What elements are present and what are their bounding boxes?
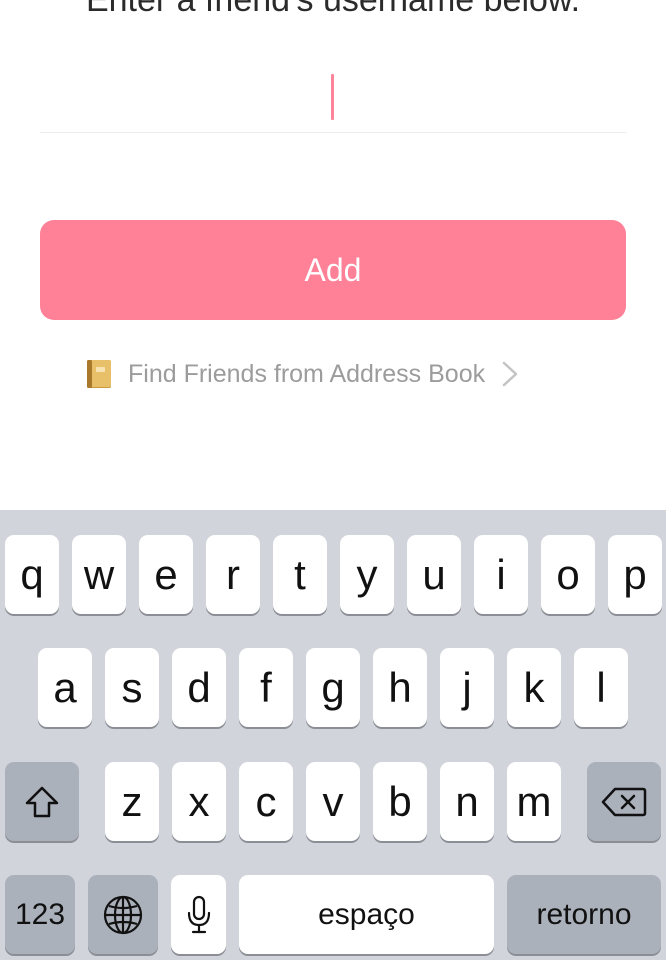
globe-key[interactable] <box>88 875 158 954</box>
key-u[interactable]: u <box>407 535 461 614</box>
globe-icon <box>102 894 144 936</box>
backspace-icon <box>601 786 647 818</box>
key-i[interactable]: i <box>474 535 528 614</box>
key-y[interactable]: y <box>340 535 394 614</box>
key-v[interactable]: v <box>306 762 360 841</box>
find-friends-label: Find Friends from Address Book <box>128 359 486 388</box>
add-button[interactable]: Add <box>40 220 626 320</box>
key-d[interactable]: d <box>172 648 226 727</box>
key-p[interactable]: p <box>608 535 662 614</box>
key-o[interactable]: o <box>541 535 595 614</box>
backspace-key[interactable] <box>587 762 661 841</box>
key-x[interactable]: x <box>172 762 226 841</box>
keyboard: q w e r t y u i o p a s d f g h j k l z … <box>0 510 666 960</box>
username-input[interactable] <box>40 60 626 133</box>
chevron-right-icon <box>501 360 519 388</box>
key-b[interactable]: b <box>373 762 427 841</box>
key-w[interactable]: w <box>72 535 126 614</box>
find-friends-link[interactable]: Find Friends from Address Book <box>86 354 519 394</box>
key-k[interactable]: k <box>507 648 561 727</box>
key-h[interactable]: h <box>373 648 427 727</box>
key-l[interactable]: l <box>574 648 628 727</box>
add-friend-screen: Enter a friend's username below. Add Fin… <box>0 0 666 510</box>
instruction-text: Enter a friend's username below. <box>85 0 581 19</box>
key-a[interactable]: a <box>38 648 92 727</box>
key-e[interactable]: e <box>139 535 193 614</box>
key-g[interactable]: g <box>306 648 360 727</box>
key-f[interactable]: f <box>239 648 293 727</box>
shift-icon <box>24 785 60 819</box>
key-t[interactable]: t <box>273 535 327 614</box>
microphone-icon <box>186 895 212 935</box>
space-key[interactable]: espaço <box>239 875 494 954</box>
address-book-icon <box>86 359 112 389</box>
key-n[interactable]: n <box>440 762 494 841</box>
microphone-key[interactable] <box>171 875 226 954</box>
key-z[interactable]: z <box>105 762 159 841</box>
return-key[interactable]: retorno <box>507 875 661 954</box>
shift-key[interactable] <box>5 762 79 841</box>
numbers-key[interactable]: 123 <box>5 875 75 954</box>
key-c[interactable]: c <box>239 762 293 841</box>
key-q[interactable]: q <box>5 535 59 614</box>
text-caret <box>331 74 334 120</box>
key-j[interactable]: j <box>440 648 494 727</box>
key-m[interactable]: m <box>507 762 561 841</box>
key-s[interactable]: s <box>105 648 159 727</box>
key-r[interactable]: r <box>206 535 260 614</box>
